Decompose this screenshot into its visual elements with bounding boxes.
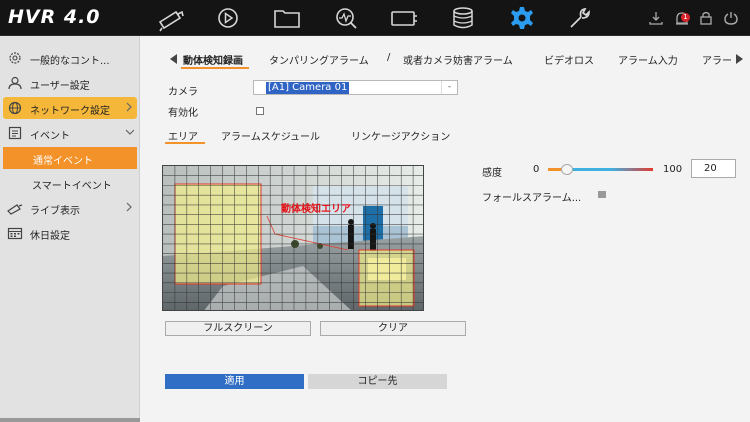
sensitivity-min: 0 <box>533 164 540 175</box>
sensitivity-slider-handle[interactable] <box>561 164 573 175</box>
brand-logo: HVR 4.0 <box>8 6 101 28</box>
chevron-right-icon <box>124 101 134 113</box>
maintenance-icon[interactable] <box>564 4 594 35</box>
tab-tampering-alarm[interactable]: タンパリングアラーム <box>269 52 369 67</box>
calendar-icon <box>7 226 23 240</box>
false-alarm-label: フォールスアラーム... <box>482 193 582 204</box>
storage-icon[interactable] <box>448 4 478 35</box>
analytics-icon[interactable] <box>331 4 361 35</box>
subtab-linkage-action[interactable]: リンケージアクション <box>351 128 450 143</box>
camera-select-value: [A1] Camera 01 <box>266 82 350 94</box>
tab-camera-obstruction[interactable]: 或者カメラ妨害アラーム <box>403 52 513 67</box>
subtab-active-indicator <box>165 142 205 144</box>
sidebar-item-label: 一般的なコント... <box>30 56 110 67</box>
apply-button[interactable]: 適用 <box>165 374 304 389</box>
download-icon[interactable] <box>648 10 664 29</box>
tab-video-loss[interactable]: ビデオロス <box>544 52 594 67</box>
folder-icon[interactable] <box>272 4 302 35</box>
sidebar: 一般的なコント... ユーザー設定 ネットワーク設定 イベント 通常イベント ス… <box>0 36 140 422</box>
gear-icon <box>7 51 23 65</box>
sidebar-item-network[interactable]: ネットワーク設定 <box>3 97 137 119</box>
power-icon[interactable] <box>723 10 739 29</box>
user-icon <box>7 76 23 90</box>
camera-scene-image: 動体検知エリア <box>163 166 423 310</box>
false-alarm-checkbox[interactable] <box>598 191 606 198</box>
tab-alarm-output[interactable]: アラー <box>702 52 734 67</box>
sensitivity-value-input[interactable]: 20 <box>691 159 736 178</box>
globe-icon <box>7 101 23 115</box>
motion-area-label: 動体検知エリア <box>281 202 351 215</box>
ptz-icon[interactable] <box>389 4 419 35</box>
sidebar-item-user[interactable]: ユーザー設定 <box>0 72 140 94</box>
video-preview[interactable]: 動体検知エリア <box>162 165 424 311</box>
live-view-icon <box>7 201 23 215</box>
chevron-down-icon[interactable]: - <box>441 81 457 94</box>
tab-scroll-right-icon[interactable] <box>736 54 743 64</box>
fullscreen-button[interactable]: フルスクリーン <box>165 321 311 336</box>
tab-separator: / <box>387 52 391 63</box>
sidebar-scrollbar[interactable] <box>0 418 140 422</box>
enable-checkbox[interactable] <box>256 107 264 115</box>
sidebar-item-label: イベント <box>30 131 70 142</box>
enable-label: 有効化 <box>168 108 198 119</box>
sensitivity-max: 100 <box>663 164 683 175</box>
sidebar-item-label: ユーザー設定 <box>30 81 90 92</box>
sensitivity-label: 感度 <box>482 168 502 179</box>
sidebar-item-label: 休日設定 <box>30 231 70 242</box>
sidebar-item-label: ライブ表示 <box>30 206 80 217</box>
sidebar-item-event[interactable]: イベント <box>0 122 140 144</box>
chevron-right-icon <box>124 201 134 213</box>
playback-icon[interactable] <box>213 4 243 35</box>
clear-button[interactable]: クリア <box>320 321 466 336</box>
tab-motion-detection[interactable]: 動体検知録画 <box>183 52 243 67</box>
alarm-count-badge: 1 <box>681 13 690 22</box>
event-icon <box>7 126 23 140</box>
tab-alarm-input[interactable]: アラーム入力 <box>618 52 678 67</box>
sidebar-item-smart-event[interactable]: スマートイベント <box>0 172 140 194</box>
sidebar-item-label: スマートイベント <box>32 181 112 192</box>
sidebar-item-general[interactable]: 一般的なコント... <box>0 47 140 69</box>
chevron-down-icon <box>124 126 136 138</box>
camera-icon[interactable] <box>156 4 186 35</box>
lock-icon[interactable] <box>698 10 714 29</box>
subtab-alarm-schedule[interactable]: アラームスケジュール <box>221 128 320 143</box>
sidebar-item-holiday[interactable]: 休日設定 <box>0 222 140 244</box>
tab-scroll-left-icon[interactable] <box>170 54 177 64</box>
tab-active-indicator <box>181 67 249 69</box>
camera-select[interactable]: [A1] Camera 01 - <box>253 80 458 95</box>
sidebar-item-normal-event[interactable]: 通常イベント <box>3 147 137 169</box>
copy-button[interactable]: コピー先 <box>308 374 447 389</box>
top-bar: HVR 4.0 1 <box>0 0 750 36</box>
sidebar-item-label: ネットワーク設定 <box>30 106 110 117</box>
sidebar-item-live-view[interactable]: ライブ表示 <box>0 197 140 219</box>
settings-icon[interactable] <box>507 4 537 35</box>
subtab-area[interactable]: エリア <box>168 128 198 143</box>
camera-label: カメラ <box>168 87 198 98</box>
sidebar-item-label: 通常イベント <box>33 156 93 167</box>
